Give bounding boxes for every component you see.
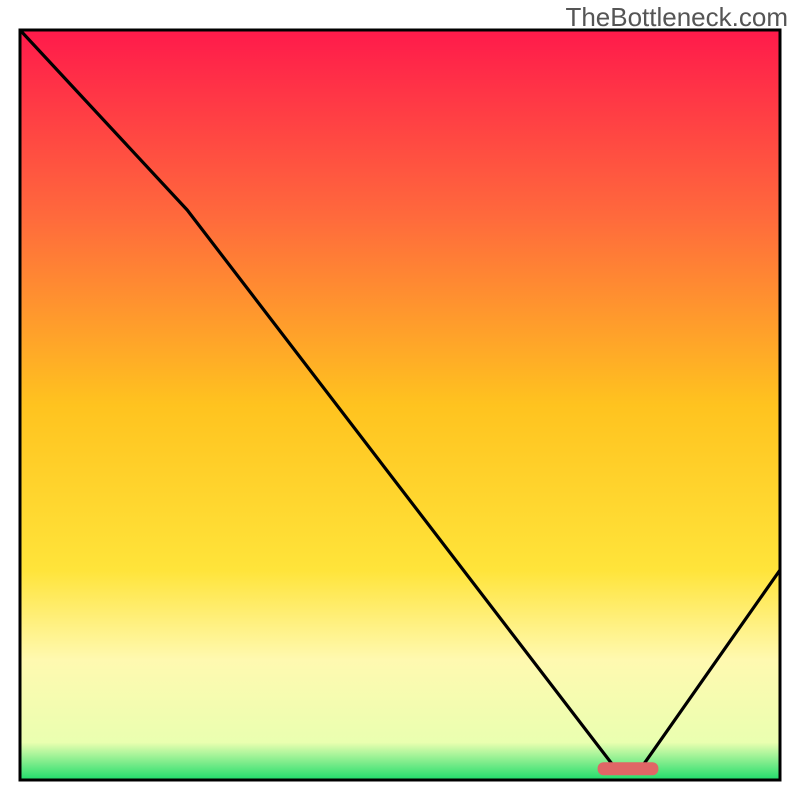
gradient-background: [20, 30, 780, 780]
watermark-text: TheBottleneck.com: [565, 2, 788, 33]
bottleneck-chart: [0, 0, 800, 800]
plot-area: [20, 30, 780, 780]
chart-stage: TheBottleneck.com: [0, 0, 800, 800]
optimal-marker: [598, 762, 659, 775]
